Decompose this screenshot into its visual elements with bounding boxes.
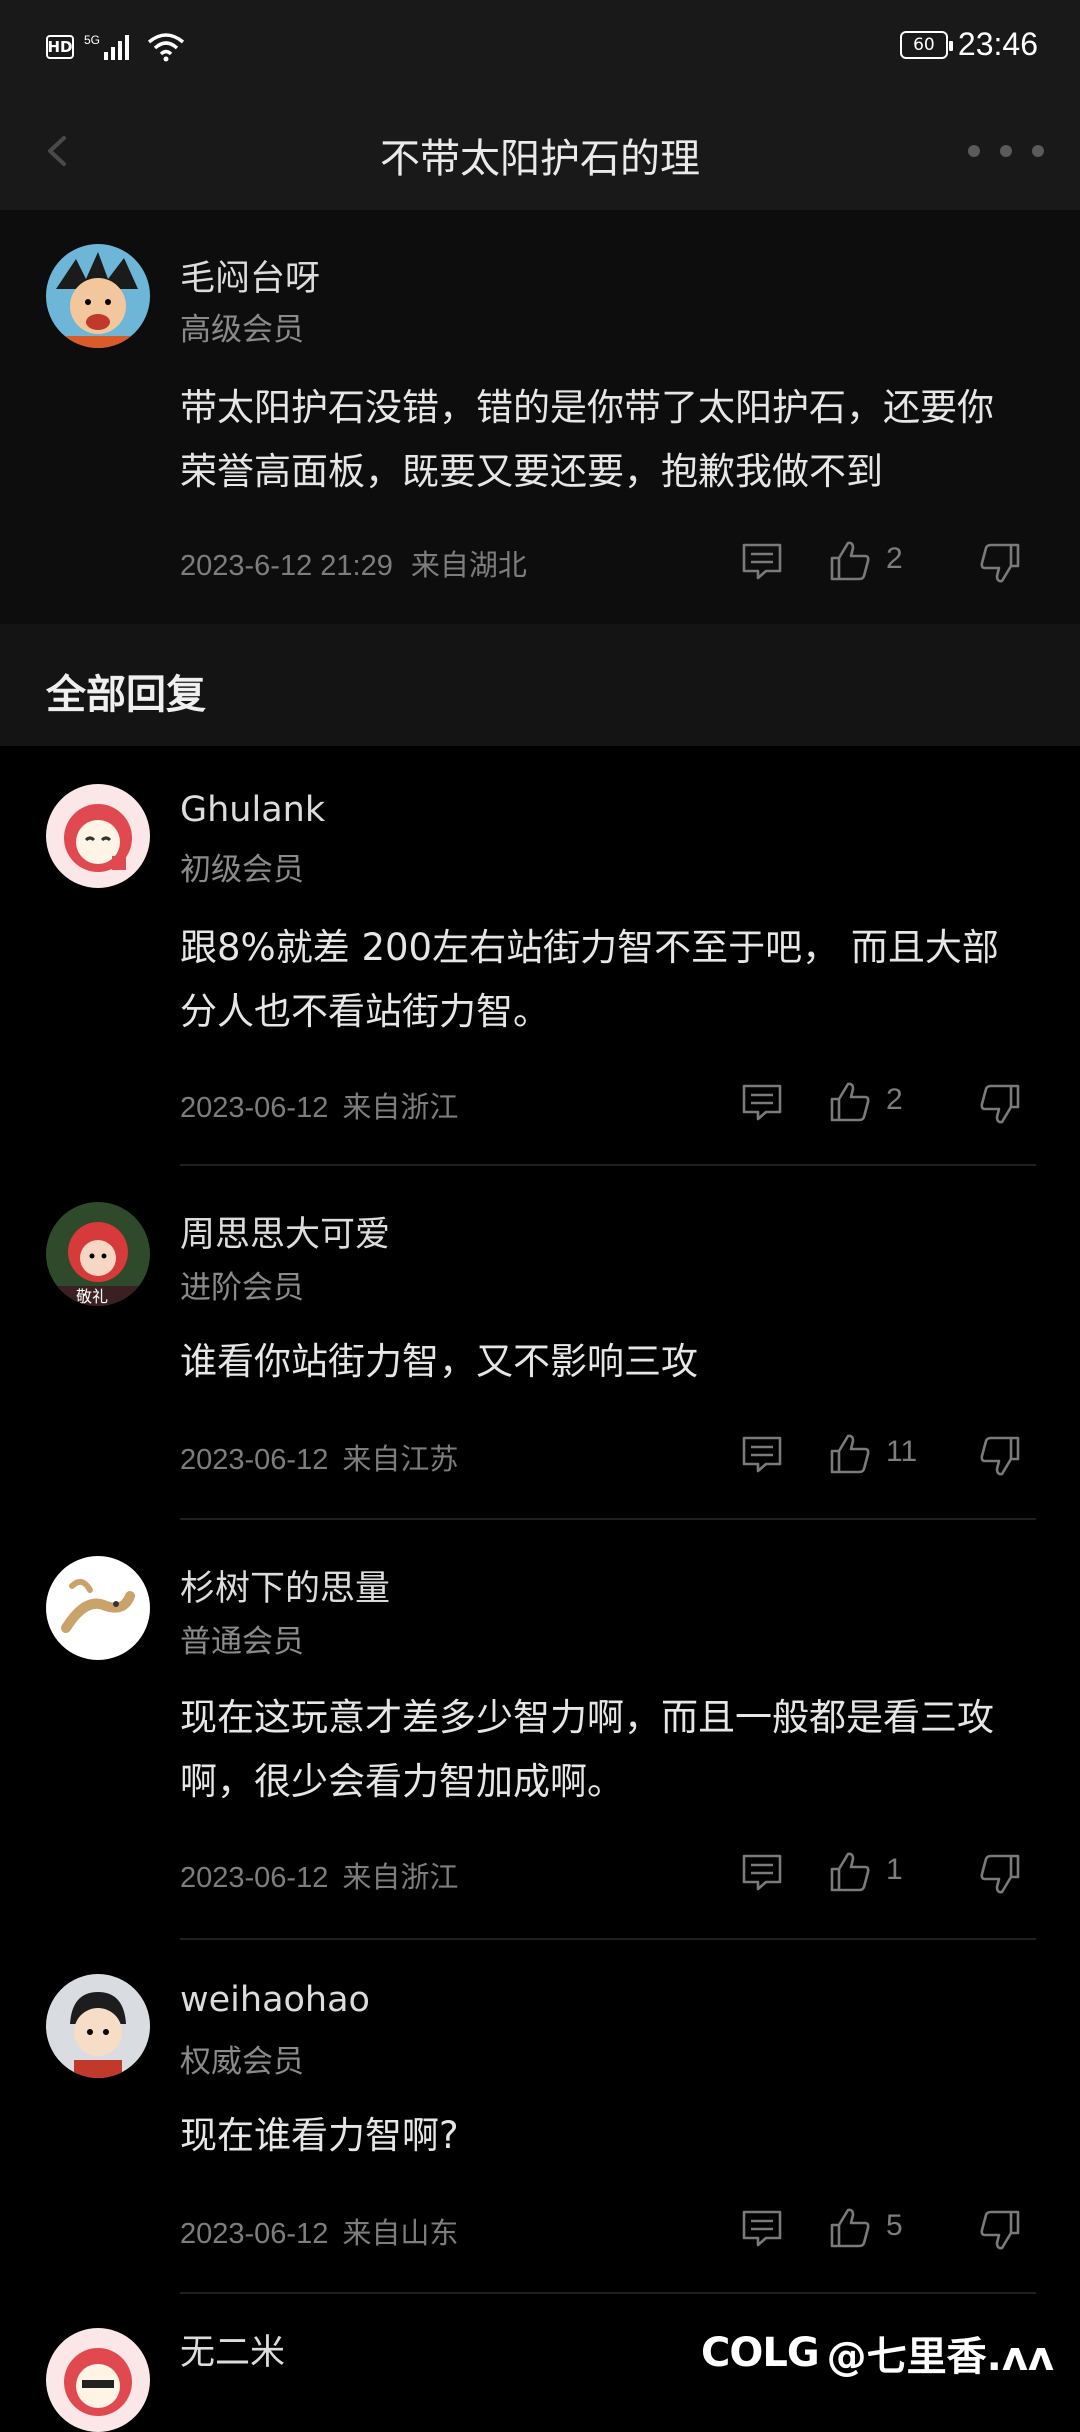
hd-icon: HD xyxy=(46,35,74,59)
avatar[interactable] xyxy=(46,2328,150,2432)
action-bar: 2 xyxy=(740,1076,1030,1126)
like-count: 1 xyxy=(886,1853,903,1886)
reply-icon[interactable] xyxy=(740,1082,784,1122)
network-label: 5G xyxy=(84,33,100,47)
comment-item: 敬礼 周思思大可爱 进阶会员 谁看你站街力智，又不影响三攻 2023-06-12… xyxy=(0,1166,1080,1520)
comment-meta: 2023-6-12 21:29 来自湖北 xyxy=(180,542,527,584)
battery-icon: 60 xyxy=(899,30,953,59)
like-count: 2 xyxy=(886,542,903,575)
like-count: 11 xyxy=(886,1435,918,1468)
comment-text: 带太阳护石没错，错的是你带了太阳护石，还要你荣誉高面板，既要又要还要，抱歉我做不… xyxy=(180,386,994,493)
action-bar: 2 xyxy=(740,535,1030,585)
reply-icon[interactable] xyxy=(740,1434,784,1474)
like-icon[interactable] xyxy=(828,1850,872,1894)
like-icon[interactable] xyxy=(828,1080,872,1124)
member-level: 权威会员 xyxy=(180,2044,304,2080)
member-level: 进阶会员 xyxy=(180,1270,304,1306)
comment-item: 杉树下的思量 普通会员 现在这玩意才差多少智力啊，而且一般都是看三攻啊，很少会看… xyxy=(0,1520,1080,1940)
page-title: 不带太阳护石的理 xyxy=(380,136,700,182)
comment-item: Ghulank 初级会员 跟8%就差 200左右站街力智不至于吧， 而且大部分人… xyxy=(0,746,1080,1166)
like-icon[interactable] xyxy=(828,539,872,583)
watermark-logo: COLG xyxy=(700,2330,820,2376)
timestamp: 2023-06-12 xyxy=(180,2218,329,2250)
comment-meta: 2023-06-12 来自浙江 xyxy=(180,1084,458,1126)
dislike-icon[interactable] xyxy=(978,1082,1022,1126)
comment-meta: 2023-06-12 来自浙江 xyxy=(180,1854,458,1896)
clock: 23:46 xyxy=(957,26,1038,62)
location: 来自湖北 xyxy=(410,550,527,582)
timestamp: 2023-6-12 21:29 xyxy=(180,550,393,582)
member-level: 高级会员 xyxy=(180,312,304,348)
original-comment: 毛闷台呀 高级会员 带太阳护石没错，错的是你带了太阳护石，还要你荣誉高面板，既要… xyxy=(0,210,1080,624)
username[interactable]: weihaohao xyxy=(180,1980,370,2020)
location: 来自山东 xyxy=(342,2218,459,2250)
location: 来自浙江 xyxy=(342,1092,459,1124)
comment-item: weihaohao 权威会员 现在谁看力智啊? 2023-06-12 来自山东 … xyxy=(0,1940,1080,2294)
member-level: 普通会员 xyxy=(180,1624,304,1660)
avatar[interactable] xyxy=(46,1974,150,2078)
comment-text: 现在这玩意才差多少智力啊，而且一般都是看三攻啊，很少会看力智加成啊。 xyxy=(180,1696,994,1803)
like-icon[interactable] xyxy=(828,2206,872,2250)
watermark-text: @七里香.ʌʌ xyxy=(826,2334,1054,2380)
reply-icon[interactable] xyxy=(740,2208,784,2248)
dislike-icon[interactable] xyxy=(978,1434,1022,1478)
username[interactable]: Ghulank xyxy=(180,790,325,830)
username[interactable]: 杉树下的思量 xyxy=(180,1560,390,1611)
top-nav-bar: 不带太阳护石的理 xyxy=(0,96,1080,210)
wifi-icon xyxy=(147,33,185,62)
like-count: 5 xyxy=(886,2209,903,2242)
username[interactable]: 无二米 xyxy=(180,2324,285,2375)
reply-icon[interactable] xyxy=(740,541,784,581)
comment-text: 现在谁看力智啊? xyxy=(180,2114,459,2157)
reply-icon[interactable] xyxy=(740,1852,784,1892)
status-bar: HD 5G 60 23:46 xyxy=(0,0,1080,96)
section-title: 全部回复 xyxy=(46,672,206,718)
timestamp: 2023-06-12 xyxy=(180,1444,329,1476)
more-options-icon[interactable] xyxy=(968,136,1044,166)
dislike-icon[interactable] xyxy=(978,541,1022,585)
watermark: COLG @七里香.ʌʌ xyxy=(701,2324,1054,2382)
section-header: 全部回复 xyxy=(0,624,1080,746)
dislike-icon[interactable] xyxy=(978,1852,1022,1896)
member-level: 初级会员 xyxy=(180,852,304,888)
dislike-icon[interactable] xyxy=(978,2208,1022,2252)
avatar[interactable] xyxy=(46,244,150,348)
action-bar: 5 xyxy=(740,2202,1030,2252)
username[interactable]: 周思思大可爱 xyxy=(180,1206,390,1257)
location: 来自江苏 xyxy=(342,1444,459,1476)
like-icon[interactable] xyxy=(828,1432,872,1476)
comment-text: 谁看你站街力智，又不影响三攻 xyxy=(180,1340,698,1383)
comment-meta: 2023-06-12 来自江苏 xyxy=(180,1436,458,1478)
signal-icon: 5G xyxy=(84,33,129,60)
action-bar: 11 xyxy=(740,1428,1030,1478)
timestamp: 2023-06-12 xyxy=(180,1862,329,1894)
avatar[interactable] xyxy=(46,1556,150,1660)
timestamp: 2023-06-12 xyxy=(180,1092,329,1124)
like-count: 2 xyxy=(886,1083,903,1116)
avatar-glyph: 敬礼 xyxy=(76,1287,108,1306)
location: 来自浙江 xyxy=(342,1862,459,1894)
avatar[interactable]: 敬礼 xyxy=(46,1202,150,1306)
avatar[interactable] xyxy=(46,784,150,888)
comment-meta: 2023-06-12 来自山东 xyxy=(180,2210,458,2252)
comment-text: 跟8%就差 200左右站街力智不至于吧， 而且大部分人也不看站街力智。 xyxy=(180,926,999,1033)
username[interactable]: 毛闷台呀 xyxy=(180,250,320,301)
action-bar: 1 xyxy=(740,1846,1030,1896)
